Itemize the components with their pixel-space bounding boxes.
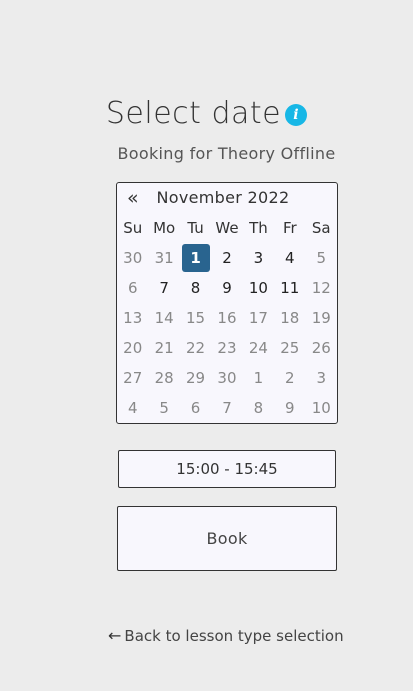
page-title-text: Select date (105, 96, 282, 131)
calendar-day: 6 (127, 279, 138, 297)
previous-month-button[interactable]: « (127, 187, 139, 209)
calendar-day: 19 (311, 309, 331, 327)
calendar-day: 4 (127, 399, 138, 417)
calendar-week-row: 27 28 29 30 1 2 3 (117, 363, 337, 393)
calendar-day: 6 (190, 399, 201, 417)
calendar-day: 22 (186, 339, 206, 357)
calendar-week-row: 13 14 15 16 17 18 19 (117, 303, 337, 333)
calendar-day: 15 (186, 309, 206, 327)
calendar-day: 17 (248, 309, 268, 327)
calendar-day: 30 (123, 249, 143, 267)
calendar-day: 21 (154, 339, 174, 357)
calendar-day[interactable]: 2 (211, 243, 242, 273)
page-title: Select date i (0, 96, 413, 131)
calendar-day: 5 (316, 249, 327, 267)
calendar-day: 7 (222, 399, 232, 417)
back-link-label: Back to lesson type selection (124, 627, 344, 645)
calendar-day[interactable]: 11 (274, 273, 305, 303)
calendar-day: 10 (311, 399, 331, 417)
calendar-day[interactable]: 4 (274, 243, 305, 273)
arrow-left-icon: ← (108, 626, 122, 645)
calendar-day: 1 (253, 369, 264, 387)
calendar-week-row: 6 7 8 9 10 11 12 (117, 273, 337, 303)
calendar-day[interactable]: 3 (243, 243, 274, 273)
selected-day-number: 1 (181, 244, 210, 272)
calendar-week-row: 20 21 22 23 24 25 26 (117, 333, 337, 363)
calendar-day: 27 (123, 369, 143, 387)
calendar-day: 20 (123, 339, 143, 357)
weekday-thursday: Th (249, 219, 268, 237)
calendar-header: « November 2022 (117, 183, 337, 213)
back-to-lesson-type-link[interactable]: ← Back to lesson type selection (108, 626, 344, 645)
info-icon[interactable]: i (285, 104, 308, 126)
weekday-monday: Mo (153, 219, 176, 237)
calendar-day: 12 (311, 279, 331, 297)
weekday-sunday: Su (123, 219, 143, 237)
calendar-week-row: 30 31 1 2 3 4 5 (117, 243, 337, 273)
calendar-day: 30 (217, 369, 237, 387)
book-button[interactable]: Book (117, 506, 337, 571)
calendar-day[interactable]: 10 (243, 273, 274, 303)
month-year-label[interactable]: November 2022 (153, 188, 293, 207)
weekday-tuesday: Tu (187, 219, 204, 237)
calendar-day: 18 (280, 309, 300, 327)
calendar-day: 24 (248, 339, 268, 357)
weekday-header-row: Su Mo Tu We Th Fr Sa (117, 213, 337, 243)
calendar-week-row: 4 5 6 7 8 9 10 (117, 393, 337, 423)
weekday-wednesday: We (215, 219, 239, 237)
calendar-day: 31 (154, 249, 174, 267)
calendar-day-selected[interactable]: 1 (180, 243, 211, 273)
weekday-friday: Fr (282, 219, 297, 237)
calendar-day: 23 (217, 339, 237, 357)
calendar-day: 25 (280, 339, 300, 357)
weekday-saturday: Sa (311, 219, 331, 237)
time-slot-select[interactable]: 15:00 - 15:45 (118, 450, 336, 488)
calendar-days: 30 31 1 2 3 4 5 6 7 8 9 10 11 12 13 14 15 16 17 18 19 20 21 22 2… (117, 243, 337, 423)
calendar-day: 16 (217, 309, 237, 327)
booking-subtitle: Booking for Theory Offline (117, 144, 336, 163)
calendar-day[interactable]: 8 (180, 273, 211, 303)
calendar-day[interactable]: 9 (211, 273, 242, 303)
calendar-day: 8 (253, 399, 264, 417)
calendar-day: 2 (285, 369, 295, 387)
date-picker-calendar: « November 2022 Su Mo Tu We Th Fr Sa 30 3… (116, 182, 338, 424)
calendar-day: 26 (311, 339, 331, 357)
calendar-day: 28 (154, 369, 174, 387)
calendar-day: 29 (186, 369, 206, 387)
calendar-day: 3 (316, 369, 327, 387)
calendar-day[interactable]: 7 (148, 273, 179, 303)
calendar-day: 13 (123, 309, 143, 327)
calendar-day: 9 (285, 399, 295, 417)
calendar-day: 14 (154, 309, 174, 327)
calendar-day: 5 (159, 399, 169, 417)
calendar-grid: Su Mo Tu We Th Fr Sa 30 31 1 2 3 4 5 6 7 8 9 10 11 12… (117, 213, 337, 423)
